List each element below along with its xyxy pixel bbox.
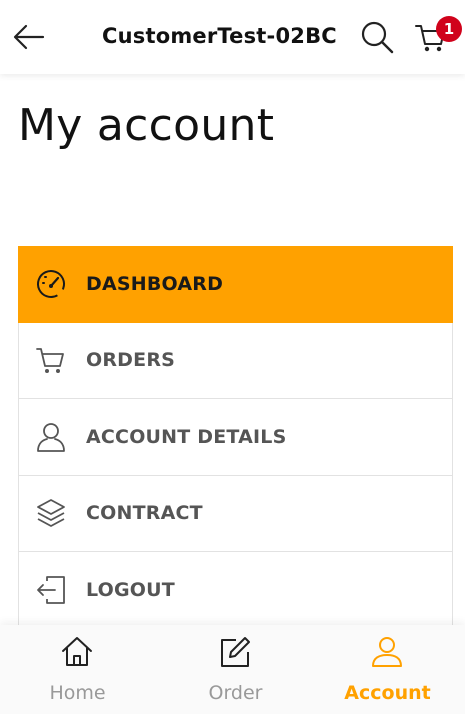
menu-item-label: DASHBOARD bbox=[86, 273, 224, 296]
top-app-bar: CustomerTest-02BC 1 bbox=[0, 0, 465, 74]
menu-item-dashboard[interactable]: DASHBOARD bbox=[18, 246, 453, 323]
logout-icon bbox=[37, 575, 65, 604]
header-title: CustomerTest-02BC bbox=[102, 24, 337, 48]
user-icon bbox=[37, 422, 65, 452]
arrow-left-icon bbox=[13, 24, 45, 50]
nav-label: Order bbox=[208, 682, 263, 704]
back-button[interactable] bbox=[12, 22, 46, 52]
nav-item-home[interactable]: Home bbox=[0, 625, 155, 714]
search-icon bbox=[361, 21, 394, 54]
cart-icon bbox=[36, 348, 64, 374]
menu-item-orders[interactable]: ORDERS bbox=[18, 322, 453, 399]
menu-item-label: CONTRACT bbox=[86, 502, 203, 525]
nav-label: Home bbox=[49, 682, 106, 704]
menu-item-contract[interactable]: CONTRACT bbox=[18, 475, 453, 552]
home-icon bbox=[62, 637, 92, 666]
menu-item-label: LOGOUT bbox=[86, 578, 175, 601]
menu-item-label: ACCOUNT DETAILS bbox=[86, 425, 287, 448]
cart-count-badge: 1 bbox=[436, 16, 462, 42]
nav-item-order[interactable]: Order bbox=[158, 625, 313, 714]
search-button[interactable] bbox=[360, 20, 394, 54]
nav-item-account[interactable]: Account bbox=[310, 625, 465, 714]
account-menu: DASHBOARD ORDERS ACCOUNT DETAILS CONTRAC… bbox=[18, 246, 453, 629]
layers-icon bbox=[37, 499, 65, 528]
page-title: My account bbox=[18, 100, 275, 151]
speedometer-icon bbox=[37, 270, 65, 299]
menu-item-account-details[interactable]: ACCOUNT DETAILS bbox=[18, 399, 453, 476]
nav-label: Account bbox=[344, 682, 431, 704]
menu-item-label: ORDERS bbox=[86, 349, 176, 372]
menu-item-logout[interactable]: LOGOUT bbox=[18, 552, 453, 629]
user-icon bbox=[372, 637, 402, 667]
edit-icon bbox=[221, 637, 250, 667]
bottom-navigation: Home Order Account bbox=[0, 625, 465, 714]
